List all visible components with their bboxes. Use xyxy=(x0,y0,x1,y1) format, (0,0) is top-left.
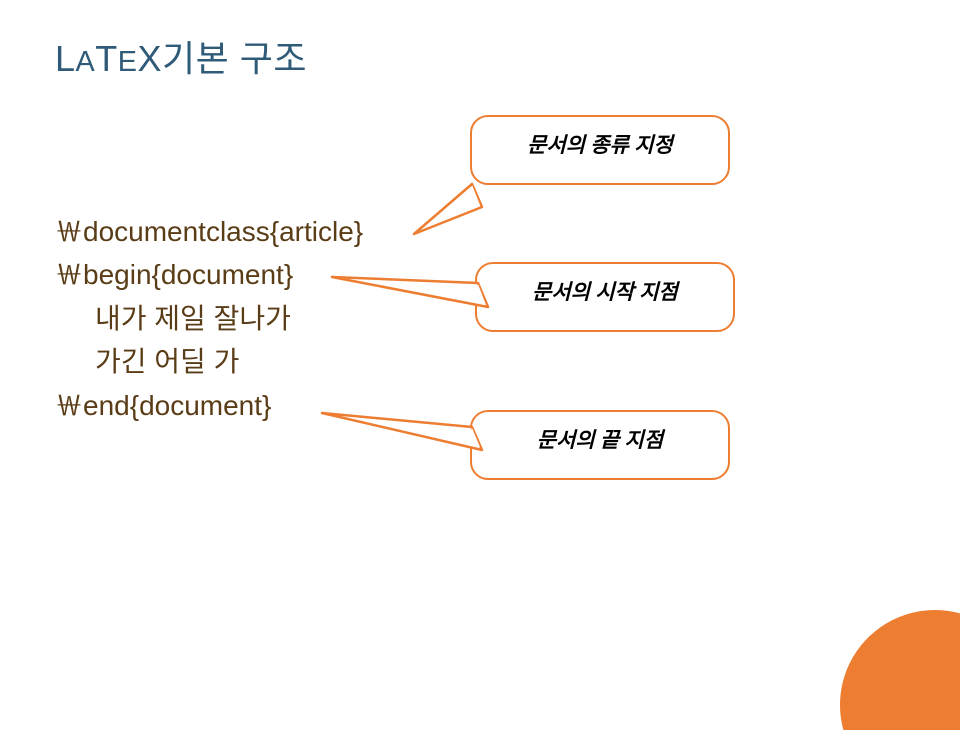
page-title: LATEX기본 구조 xyxy=(55,30,307,82)
code-line-documentclass: ￦documentclass{article} xyxy=(55,210,363,253)
code-line-content-1: 내가 제일 잘나가 xyxy=(95,297,363,340)
code-line-begin: ￦begin{document} xyxy=(55,253,363,296)
callout-document-start: 문서의 시작 지점 xyxy=(475,262,735,332)
callout-tail-icon xyxy=(412,182,482,242)
callout-document-end: 문서의 끝 지점 xyxy=(470,410,730,480)
code-line-end: ￦end{document} xyxy=(55,384,363,427)
slide: LATEX기본 구조 ￦documentclass{article} ￦begi… xyxy=(0,0,960,730)
latex-code-sample: ￦documentclass{article} ￦begin{document}… xyxy=(55,210,363,427)
callout-document-type: 문서의 종류 지정 xyxy=(470,115,730,185)
callout-label: 문서의 끝 지점 xyxy=(537,428,663,452)
decorative-corner-circle xyxy=(840,610,960,730)
callout-label: 문서의 종류 지정 xyxy=(527,133,673,157)
callout-tail-icon xyxy=(320,405,485,460)
callout-label: 문서의 시작 지점 xyxy=(532,280,678,304)
callout-tail-icon xyxy=(330,275,490,335)
code-line-content-2: 가긴 어딜 가 xyxy=(95,340,363,383)
